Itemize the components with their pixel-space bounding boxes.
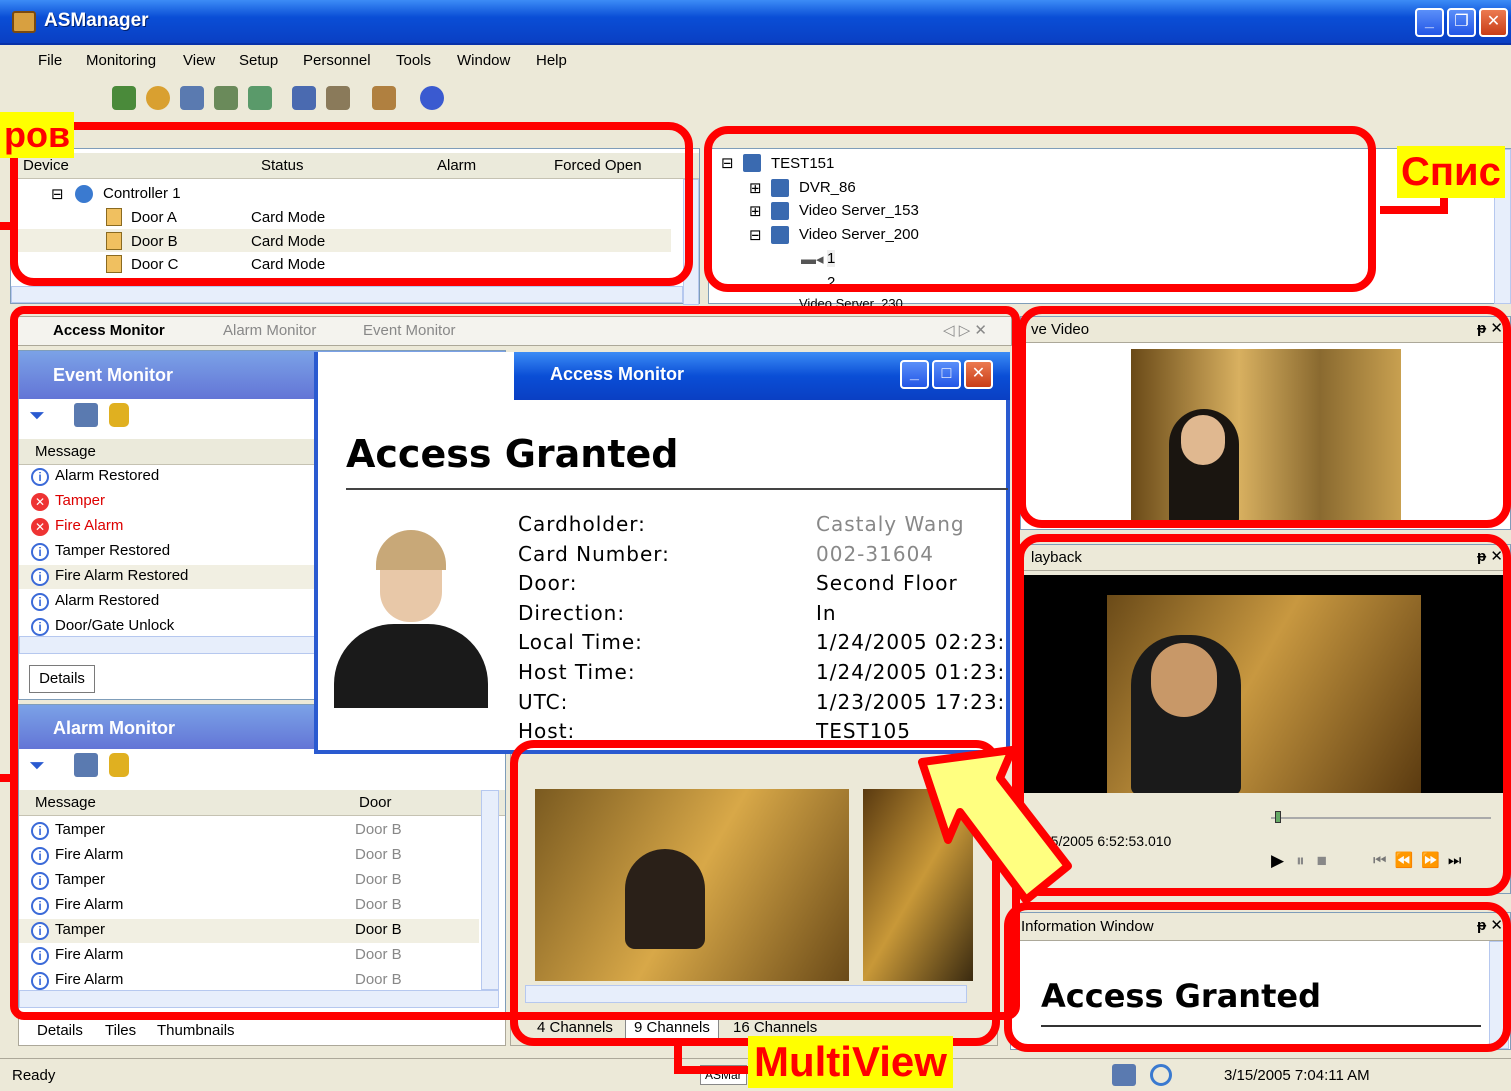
app-title: ASManager [44, 10, 149, 31]
tab-details[interactable]: Details [37, 1022, 83, 1039]
annotation-label-multiview: MultiView [748, 1036, 953, 1088]
toolbar-camera-icon[interactable] [326, 86, 350, 110]
tab-tiles[interactable]: Tiles [105, 1022, 136, 1039]
toolbar [0, 78, 1511, 118]
tab-thumbnails[interactable]: Thumbnails [157, 1022, 235, 1039]
menu-file[interactable]: File [38, 52, 62, 69]
restore-button[interactable]: ❐ [1447, 8, 1476, 37]
toolbar-access-icon[interactable] [214, 86, 238, 110]
toolbar-report-icon[interactable] [292, 86, 316, 110]
toolbar-device-icon[interactable] [112, 86, 136, 110]
status-clock: 3/15/2005 7:04:11 AM [1224, 1067, 1370, 1084]
menu-setup[interactable]: Setup [239, 52, 278, 69]
connector-line [674, 1066, 750, 1074]
connector-line [1380, 206, 1448, 214]
menu-tools[interactable]: Tools [396, 52, 431, 69]
annotation-box-cameras [704, 126, 1376, 292]
status-text: Ready [12, 1067, 56, 1084]
close-button[interactable]: ✕ [1479, 8, 1508, 37]
menu-bar: File Monitoring View Setup Personnel Too… [0, 45, 1511, 77]
annotation-arrow [918, 746, 1072, 904]
menu-personnel[interactable]: Personnel [303, 52, 371, 69]
device-list-hscroll[interactable] [11, 286, 683, 303]
annotation-label-right: Спис [1397, 146, 1505, 198]
app-icon [12, 11, 36, 33]
toolbar-window-icon[interactable] [372, 86, 396, 110]
menu-view[interactable]: View [183, 52, 215, 69]
alarm-view-tabs: Details Tiles Thumbnails [18, 1016, 506, 1046]
toolbar-monitor-icon[interactable] [146, 86, 170, 110]
minimize-button[interactable]: _ [1415, 8, 1444, 37]
menu-window[interactable]: Window [457, 52, 510, 69]
title-bar: ASManager _ ❐ ✕ [0, 0, 1511, 45]
menu-help[interactable]: Help [536, 52, 567, 69]
connector-line [0, 774, 16, 782]
toolbar-personnel-icon[interactable] [248, 86, 272, 110]
annotation-box-devices [10, 122, 693, 286]
annotation-box-live [1018, 306, 1511, 528]
menu-monitoring[interactable]: Monitoring [86, 52, 156, 69]
sync-icon [1150, 1064, 1172, 1086]
toolbar-card-icon[interactable] [180, 86, 204, 110]
network-icon [1112, 1064, 1136, 1086]
annotation-label-left: ров [0, 112, 75, 158]
help-icon[interactable] [420, 86, 444, 110]
connector-line [0, 222, 14, 230]
